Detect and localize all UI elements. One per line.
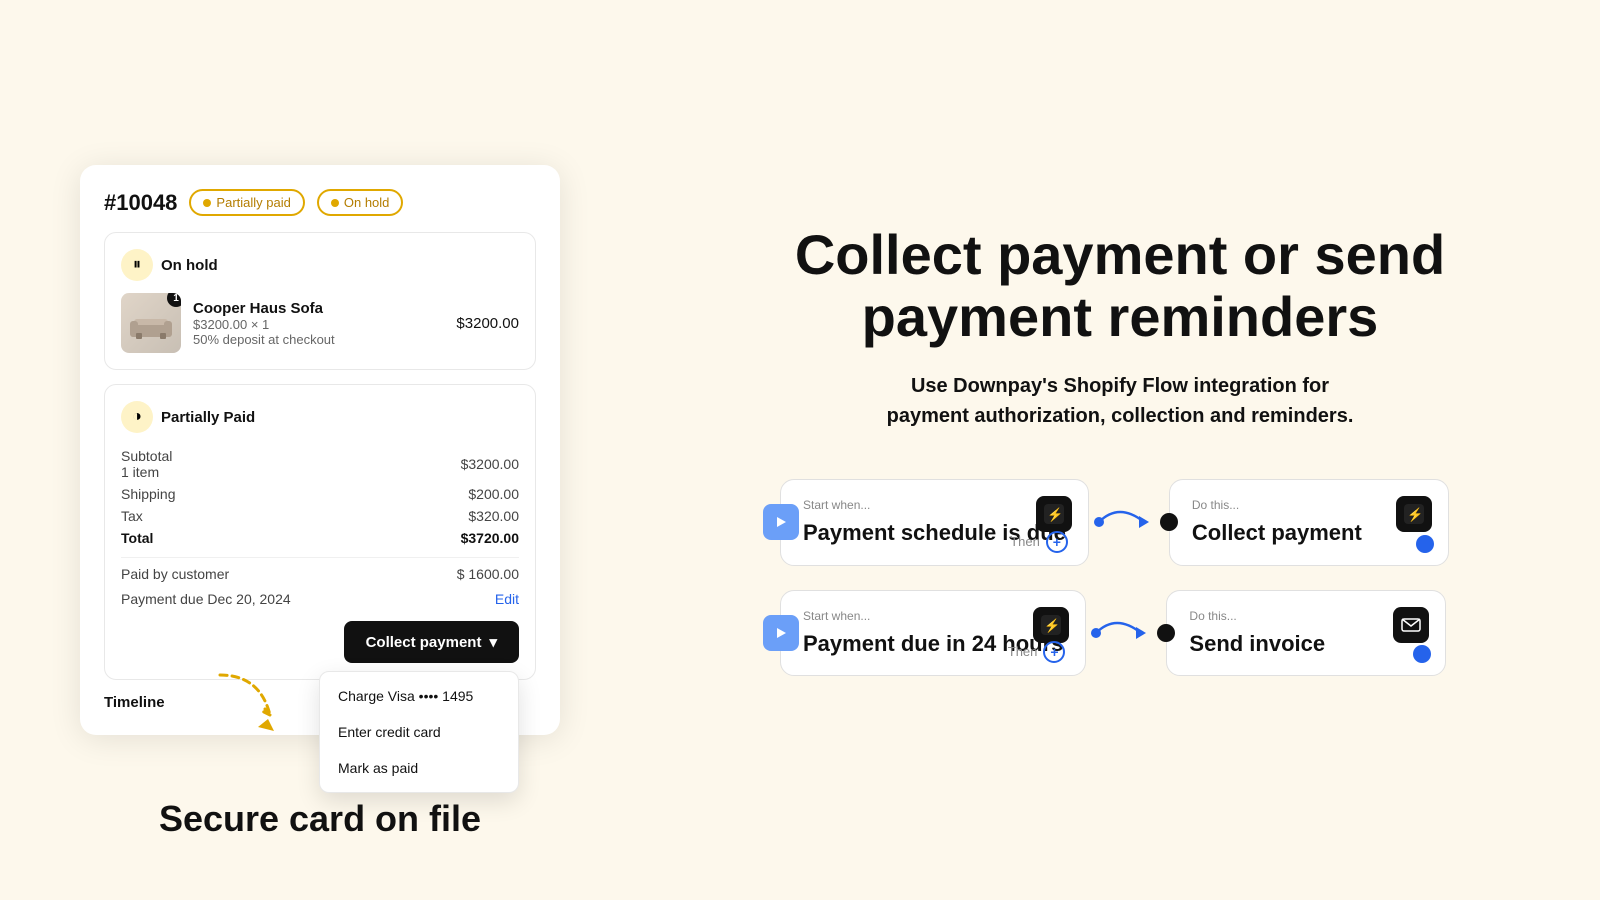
partial-title-row: ◑ Partially Paid — [121, 401, 519, 433]
due-label: Payment due Dec 20, 2024 — [121, 591, 291, 607]
product-detail1: $3200.00 × 1 — [193, 317, 444, 332]
svg-text:⚡: ⚡ — [1407, 507, 1423, 523]
edit-link[interactable]: Edit — [495, 591, 519, 607]
hero-subtitle: Use Downpay's Shopify Flow integration f… — [870, 371, 1370, 431]
flow2-do-title: Send invoice — [1189, 631, 1423, 657]
subtotal-row: Subtotal 1 item $3200.00 — [121, 445, 519, 483]
flow1-do-title: Collect payment — [1192, 520, 1426, 546]
flow2-do-icon — [1393, 607, 1429, 643]
subtotal-label: Subtotal 1 item — [121, 448, 172, 480]
partially-paid-section: ◑ Partially Paid Subtotal 1 item $3200.0… — [104, 384, 536, 680]
product-image: 1 — [121, 293, 181, 353]
partial-title: Partially Paid — [161, 409, 255, 426]
order-header: #10048 Partially paid On hold — [104, 189, 536, 216]
product-info: Cooper Haus Sofa $3200.00 × 1 50% deposi… — [193, 300, 444, 347]
mail-icon — [1401, 618, 1421, 632]
on-hold-icon: ⏸ — [121, 249, 153, 281]
flow1-do-dot — [1160, 513, 1178, 531]
dashed-arrow-decoration — [200, 665, 300, 750]
flow1-do-label: Do this... — [1192, 498, 1426, 512]
flow1-start-label: Start when... — [803, 498, 1066, 512]
shipping-label: Shipping — [121, 486, 176, 502]
total-label: Total — [121, 530, 153, 546]
flow2-start-card: Start when... Payment due in 24 hours ⚡ … — [780, 590, 1086, 676]
enter-credit-card-option[interactable]: Enter credit card — [320, 714, 518, 750]
flow1-do-card: Do this... Collect payment ⚡ — [1169, 479, 1449, 565]
collect-payment-button[interactable]: Collect payment ▾ — [344, 621, 519, 663]
flow1-do-icon: ⚡ — [1396, 496, 1432, 532]
flow-row-1: Start when... Payment schedule is due ⚡ … — [760, 479, 1480, 565]
flow2-do-card: Do this... Send invoice — [1166, 590, 1446, 676]
flow2-start-label: Start when... — [803, 609, 1063, 623]
on-hold-title-row: ⏸ On hold — [121, 249, 519, 281]
bottom-title: Secure card on file — [0, 798, 640, 840]
sofa-icon — [126, 305, 176, 341]
paid-label: Paid by customer — [121, 566, 229, 582]
flow2-do-dot-blue — [1413, 645, 1431, 663]
play-triangle-icon — [774, 515, 788, 529]
tax-label: Tax — [121, 508, 143, 524]
due-row: Payment due Dec 20, 2024 Edit — [121, 591, 519, 607]
tax-value: $320.00 — [468, 508, 519, 524]
collect-btn-row: Collect payment ▾ Charge Visa •••• 1495 … — [121, 621, 519, 663]
flow1-then: Then + — [1010, 531, 1068, 553]
badge-partially-paid: Partially paid — [189, 189, 304, 216]
flow2-do-dot — [1157, 624, 1175, 642]
flow2-arrow-svg — [1086, 603, 1166, 663]
flow1-play-icon — [763, 504, 799, 540]
downpay-icon-1: ⚡ — [1044, 504, 1064, 524]
downpay-do-icon-1: ⚡ — [1404, 504, 1424, 524]
flow2-then-plus[interactable]: + — [1043, 641, 1065, 663]
subtotal-value: $3200.00 — [461, 456, 519, 472]
flow2-then: Then + — [1008, 641, 1066, 663]
product-detail2: 50% deposit at checkout — [193, 332, 444, 347]
dashed-arrow-svg — [200, 665, 300, 745]
product-row: 1 Cooper Haus Sofa $3200.00 × 1 50% depo… — [121, 293, 519, 353]
svg-text:⚡: ⚡ — [1047, 507, 1063, 523]
mark-as-paid-option[interactable]: Mark as paid — [320, 750, 518, 786]
shipping-row: Shipping $200.00 — [121, 483, 519, 505]
flow2-do-label: Do this... — [1189, 609, 1423, 623]
bottom-title-text: Secure card on file — [159, 798, 481, 839]
product-name: Cooper Haus Sofa — [193, 300, 444, 317]
order-number: #10048 — [104, 190, 177, 216]
partial-icon: ◑ — [121, 401, 153, 433]
flow1-arrow-svg — [1089, 492, 1169, 552]
flow1-start-card: Start when... Payment schedule is due ⚡ … — [780, 479, 1089, 565]
badge-on-hold: On hold — [317, 189, 404, 216]
on-hold-title: On hold — [161, 257, 218, 274]
flow-row-2: Start when... Payment due in 24 hours ⚡ … — [760, 590, 1480, 676]
flow2-play-icon — [763, 615, 799, 651]
downpay-icon-2: ⚡ — [1041, 615, 1061, 635]
svg-text:⚡: ⚡ — [1044, 618, 1060, 634]
flow2-start-icon: ⚡ — [1033, 607, 1069, 643]
total-row: Total $3720.00 — [121, 527, 519, 549]
left-panel: #10048 Partially paid On hold ⏸ On hold — [0, 0, 640, 900]
flow1-start-icon: ⚡ — [1036, 496, 1072, 532]
product-price: $3200.00 — [456, 315, 519, 332]
paid-row: Paid by customer $ 1600.00 — [121, 557, 519, 585]
charge-visa-option[interactable]: Charge Visa •••• 1495 — [320, 678, 518, 714]
badge-dot-on-hold — [331, 199, 339, 207]
total-value: $3720.00 — [461, 530, 519, 546]
chevron-down-icon: ▾ — [489, 633, 497, 651]
flow-diagrams: Start when... Payment schedule is due ⚡ … — [760, 479, 1480, 676]
flow1-do-dot-blue — [1416, 535, 1434, 553]
tax-row: Tax $320.00 — [121, 505, 519, 527]
play-triangle-icon-2 — [774, 626, 788, 640]
paid-value: $ 1600.00 — [457, 566, 519, 582]
flow2-connector — [1086, 603, 1166, 663]
collect-dropdown: Charge Visa •••• 1495 Enter credit card … — [319, 671, 519, 793]
order-card: #10048 Partially paid On hold ⏸ On hold — [80, 165, 560, 735]
shipping-value: $200.00 — [468, 486, 519, 502]
hero-title: Collect payment or send payment reminder… — [700, 224, 1540, 347]
flow1-connector — [1089, 492, 1169, 552]
flow1-then-plus[interactable]: + — [1046, 531, 1068, 553]
on-hold-section: ⏸ On hold — [104, 232, 536, 370]
right-panel: Collect payment or send payment reminder… — [640, 0, 1600, 900]
summary-rows: Subtotal 1 item $3200.00 Shipping $200.0… — [121, 445, 519, 585]
badge-dot-partially-paid — [203, 199, 211, 207]
